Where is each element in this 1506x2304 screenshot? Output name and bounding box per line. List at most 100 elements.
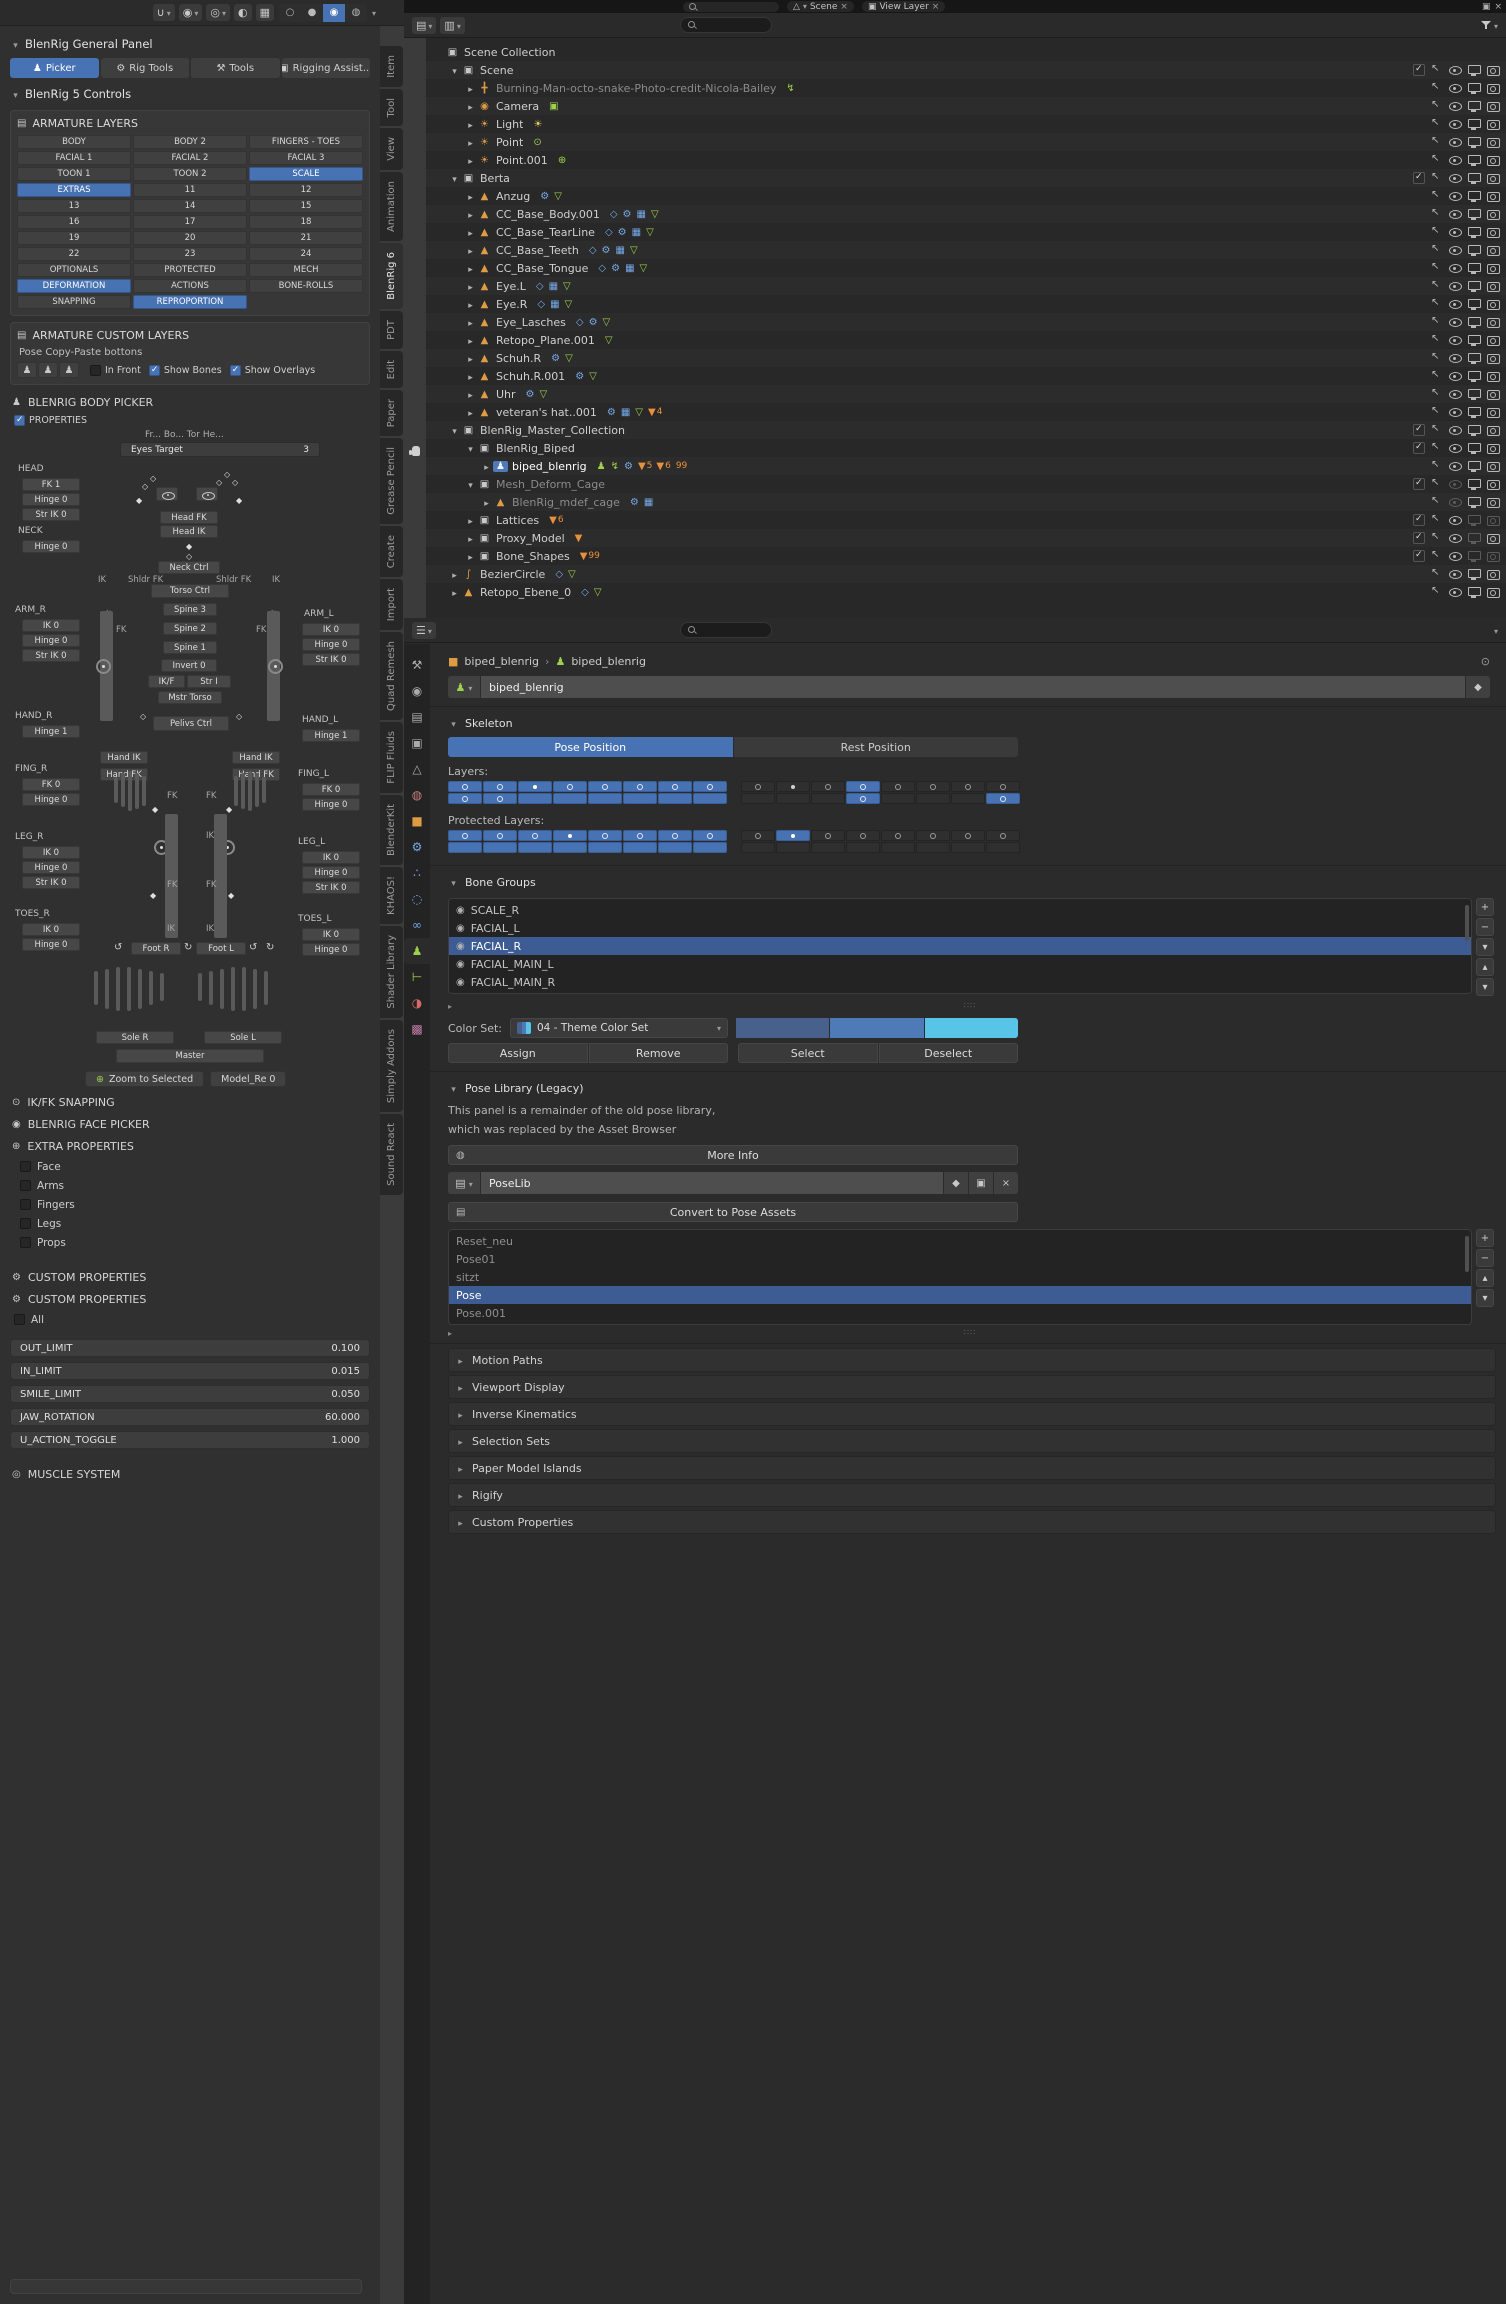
pose-position-button[interactable]: Pose Position <box>448 737 733 757</box>
list-button[interactable]: + <box>1476 1229 1494 1247</box>
breadcrumb-object[interactable]: biped_blenrig <box>464 655 539 668</box>
hide-eye-icon[interactable] <box>1447 530 1463 546</box>
expander-icon[interactable] <box>448 172 461 185</box>
properties-tab[interactable]: ⚙ <box>404 834 430 860</box>
picker-element[interactable] <box>268 659 283 674</box>
outliner-row[interactable]: ▲ BlenRig_mdef_cage ⚙▦ <box>426 493 1506 511</box>
properties-tab[interactable]: ⊢ <box>404 964 430 990</box>
editor-type-button[interactable]: ☰ <box>412 622 436 639</box>
properties-tab[interactable]: ▣ <box>404 730 430 756</box>
disable-viewport-icon[interactable] <box>1466 314 1482 330</box>
outliner-row[interactable]: ▲ Retopo_Plane.001 ▽ <box>426 331 1506 349</box>
list-button[interactable]: ▴ <box>1476 1269 1494 1287</box>
disable-render-icon[interactable] <box>1485 458 1501 474</box>
picker-element[interactable]: Pelivs Ctrl <box>153 716 229 731</box>
hide-eye-icon[interactable] <box>1447 188 1463 204</box>
sidebar-tab[interactable]: PDT <box>380 311 403 349</box>
property-slider[interactable]: U_ACTION_TOGGLE1.000 <box>10 1431 370 1449</box>
picker-element[interactable] <box>116 967 120 1011</box>
blenrig-controls-header[interactable]: BlenRig 5 Controls <box>10 84 370 104</box>
picker-element[interactable]: Str IK 0 <box>302 653 360 666</box>
body-picker-header[interactable]: ♟ BLENRIG BODY PICKER <box>12 391 370 413</box>
hide-eye-icon[interactable] <box>1447 350 1463 366</box>
hide-eye-icon[interactable] <box>1447 206 1463 222</box>
remove-button[interactable]: Remove <box>589 1043 729 1063</box>
armature-layer-button[interactable]: 14 <box>133 199 247 213</box>
protected-layer-toggle[interactable] <box>951 830 985 841</box>
disable-render-icon[interactable] <box>1485 494 1501 510</box>
outliner-row[interactable]: ╋ Burning-Man-octo-snake-Photo-credit-Ni… <box>426 79 1506 97</box>
layer-toggle[interactable] <box>846 793 880 804</box>
picker-element[interactable]: ↻ <box>184 942 192 954</box>
hide-eye-icon[interactable] <box>1447 134 1463 150</box>
exclude-checkbox[interactable] <box>1413 478 1425 490</box>
selectable-icon[interactable] <box>1428 278 1444 294</box>
sidebar-tab[interactable]: BlenderKit <box>380 795 403 865</box>
exclude-checkbox[interactable] <box>1413 424 1425 436</box>
disable-viewport-icon[interactable] <box>1466 368 1482 384</box>
outliner-row[interactable]: ▣ Scene Collection <box>426 43 1506 61</box>
picker-element[interactable] <box>209 971 213 1005</box>
disable-viewport-icon[interactable] <box>1466 332 1482 348</box>
properties-tab[interactable]: ∴ <box>404 860 430 886</box>
hand-icon[interactable] <box>409 444 421 458</box>
protected-layer-toggle[interactable] <box>553 842 587 853</box>
layer-toggle[interactable] <box>951 781 985 792</box>
remove-view-layer-icon[interactable]: × <box>932 2 940 12</box>
disable-viewport-icon[interactable] <box>1466 260 1482 276</box>
protected-layer-toggle[interactable] <box>811 842 845 853</box>
list-button[interactable]: − <box>1476 918 1494 936</box>
sidebar-tab[interactable]: Grease Pencil <box>380 438 403 524</box>
display-checkbox[interactable]: Show Bones <box>149 365 222 376</box>
armature-layer-button[interactable]: MECH <box>249 263 363 277</box>
picker-element[interactable]: ↺ <box>114 942 122 954</box>
protected-layer-toggle[interactable] <box>483 842 517 853</box>
custom-properties-header[interactable]: ⚙CUSTOM PROPERTIES <box>12 1266 370 1288</box>
sidebar-tab[interactable]: View <box>380 128 403 170</box>
properties-tab[interactable]: ◑ <box>404 990 430 1016</box>
disable-render-icon[interactable] <box>1485 98 1501 114</box>
hide-eye-icon[interactable] <box>1447 494 1463 510</box>
expander-icon[interactable] <box>464 298 477 311</box>
armature-layer-button[interactable]: BONE-ROLLS <box>249 279 363 293</box>
disable-viewport-icon[interactable] <box>1466 458 1482 474</box>
protected-layer-toggle[interactable] <box>588 842 622 853</box>
disable-viewport-icon[interactable] <box>1466 152 1482 168</box>
picker-element[interactable]: Hinge 0 <box>302 798 360 811</box>
layer-toggle[interactable] <box>623 781 657 792</box>
hide-eye-icon[interactable] <box>1447 548 1463 564</box>
sidebar-tab[interactable]: BlenRig 6 <box>380 243 403 309</box>
hide-eye-icon[interactable] <box>1447 332 1463 348</box>
pose-copy-button[interactable]: ♟ <box>17 362 37 378</box>
expander-icon[interactable] <box>464 100 477 113</box>
bone-group-row[interactable]: ◉ SCALE_R <box>449 901 1471 919</box>
armature-layer-button[interactable]: 20 <box>133 231 247 245</box>
bone-group-row[interactable]: ◉ FACIAL_MAIN_R <box>449 973 1471 991</box>
layer-toggle[interactable] <box>518 781 552 792</box>
layer-toggle[interactable] <box>916 781 950 792</box>
selectable-icon[interactable] <box>1428 62 1444 78</box>
layer-toggle[interactable] <box>741 793 775 804</box>
picker-element[interactable] <box>165 814 178 938</box>
outliner-row[interactable]: ▣ Berta <box>426 169 1506 187</box>
color-swatch[interactable] <box>830 1018 923 1038</box>
selectable-icon[interactable] <box>1428 566 1444 582</box>
custom-properties-header[interactable]: ⚙CUSTOM PROPERTIES <box>12 1288 370 1310</box>
layer-toggle[interactable] <box>881 781 915 792</box>
protected-layer-toggle[interactable] <box>741 842 775 853</box>
picker-element[interactable]: Hinge 1 <box>302 729 360 742</box>
armature-layer-button[interactable]: SCALE <box>249 167 363 181</box>
collapsed-panel-header[interactable]: Motion Paths <box>448 1348 1496 1372</box>
armature-layer-button[interactable]: OPTIONALS <box>17 263 131 277</box>
picker-element[interactable] <box>198 973 202 1001</box>
armature-layer-button[interactable]: 13 <box>17 199 131 213</box>
disable-render-icon[interactable] <box>1485 80 1501 96</box>
expander-icon[interactable] <box>464 244 477 257</box>
picker-element[interactable]: Foot L <box>196 942 246 955</box>
properties-tab[interactable]: ♟ <box>404 938 430 964</box>
shading-mode-button[interactable]: ● <box>301 4 323 22</box>
picker-element[interactable]: Neck Ctrl <box>158 561 220 574</box>
outliner-row[interactable]: ▣ BlenRig_Biped <box>426 439 1506 457</box>
armature-layer-button[interactable]: FACIAL 3 <box>249 151 363 165</box>
collapsed-panel-header[interactable]: Paper Model Islands <box>448 1456 1496 1480</box>
